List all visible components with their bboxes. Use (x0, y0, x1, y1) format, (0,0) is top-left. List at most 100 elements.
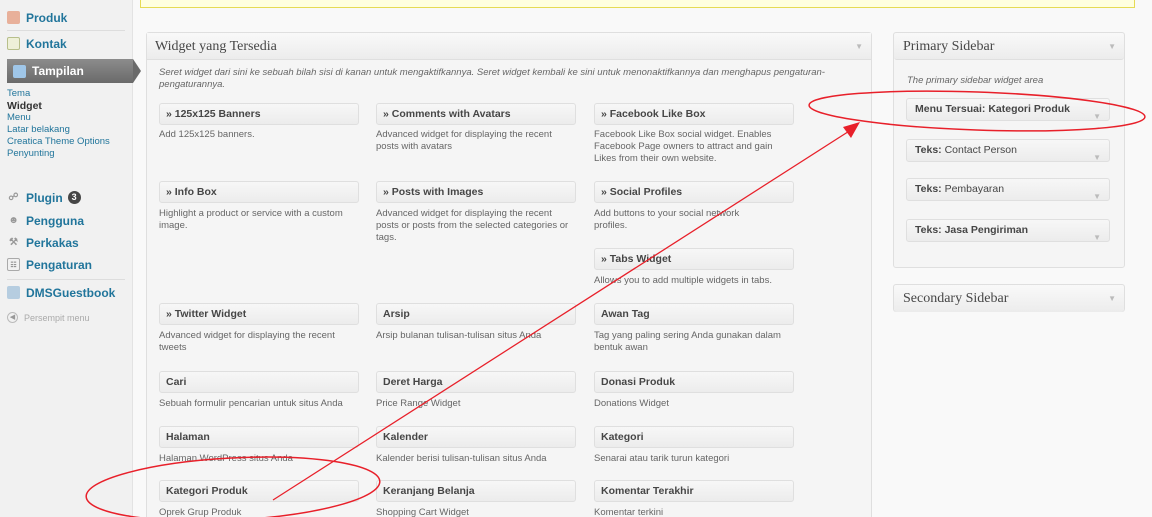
primary-sidebar-panel: Primary Sidebar ▼ The primary sidebar wi… (893, 32, 1125, 268)
widget-facebook-like-box[interactable]: » Facebook Like Box (594, 103, 794, 125)
menu-tampilan[interactable]: Tampilan (7, 59, 141, 83)
menu-pengguna[interactable]: ☻ Pengguna (7, 210, 125, 231)
widget-name-label: Jasa Pengiriman (944, 224, 1029, 236)
menu-kontak-label: Kontak (26, 36, 67, 51)
tampilan-submenu: Tema Widget Menu Latar belakang Creatica… (7, 88, 127, 160)
widget-twitter-widget[interactable]: » Twitter Widget (159, 303, 359, 325)
secondary-sidebar-panel: Secondary Sidebar ▼ (893, 284, 1125, 312)
widget-kategori-produk[interactable]: Kategori Produk (159, 480, 359, 502)
menu-dmsguestbook[interactable]: DMSGuestbook (7, 282, 125, 303)
menu-plugin[interactable]: ☍ Plugin 3 (7, 187, 125, 208)
widget-kategori[interactable]: Kategori (594, 426, 794, 448)
widget-description: Kalender berisi tulisan-tulisan situs An… (376, 453, 547, 464)
menu-produk[interactable]: Produk (7, 7, 125, 28)
widget-description: Arsip bulanan tulisan-tulisan situs Anda (376, 330, 542, 341)
widget-awan-tag[interactable]: Awan Tag (594, 303, 794, 325)
widget-description: Advanced widget for displaying the recen… (159, 330, 335, 353)
available-widgets-panel: Widget yang Tersedia ▼ Seret widget dari… (146, 32, 872, 517)
widget-description: Add buttons to your social network profi… (594, 208, 740, 231)
widget-type-label: Menu Tersuai: (915, 103, 986, 115)
divider (7, 30, 125, 31)
primary-sidebar-description: The primary sidebar widget area (907, 75, 1044, 86)
widget-name-label: Kategori Produk (988, 103, 1071, 115)
menu-plugin-label: Plugin (26, 190, 63, 205)
menu-dmsguestbook-label: DMSGuestbook (26, 285, 116, 300)
submenu-creatica-theme-options[interactable]: Creatica Theme Options (7, 136, 127, 148)
widget-comments-with-avatars[interactable]: » Comments with Avatars (376, 103, 576, 125)
widget-donasi-produk[interactable]: Donasi Produk (594, 371, 794, 393)
plug-icon: ☍ (8, 192, 19, 203)
widget-name-label: Pembayaran (944, 183, 1005, 195)
widget-social-profiles[interactable]: » Social Profiles (594, 181, 794, 203)
available-widgets-title[interactable]: Widget yang Tersedia (147, 33, 871, 60)
widget-description: Oprek Grup Produk (159, 507, 242, 517)
menu-pengaturan[interactable]: ☷ Pengaturan (7, 254, 125, 275)
widget-description: Halaman WordPress situs Anda (159, 453, 293, 464)
submenu-menu[interactable]: Menu (7, 112, 127, 124)
settings-icon: ☷ (7, 258, 20, 271)
triangle-down-icon[interactable]: ▼ (1093, 147, 1101, 168)
widget-description: Add 125x125 banners. (159, 129, 255, 140)
users-icon: ☻ (8, 215, 19, 226)
collapse-menu-label: Persempit menu (24, 312, 90, 323)
widget-type-label: Teks: (915, 224, 942, 236)
appearance-icon (13, 64, 26, 78)
submenu-tema[interactable]: Tema (7, 88, 127, 100)
kontak-icon (7, 37, 20, 50)
widget-type-label: Teks: (915, 144, 942, 156)
widget-posts-with-images[interactable]: » Posts with Images (376, 181, 576, 203)
menu-tampilan-label: Tampilan (32, 64, 84, 78)
collapse-menu[interactable]: ◀ Persempit menu (7, 312, 90, 323)
submenu-widget[interactable]: Widget (7, 100, 127, 112)
triangle-down-icon[interactable]: ▼ (1108, 294, 1116, 303)
produk-icon (7, 11, 20, 24)
guestbook-icon (7, 286, 20, 299)
admin-menu: Produk Kontak Tampilan Tema Widget Menu … (0, 0, 141, 517)
divider (7, 279, 125, 280)
widget-description: Sebuah formulir pencarian untuk situs An… (159, 398, 343, 409)
sidebar-widget-kategori-produk[interactable]: Menu Tersuai: Kategori Produk ▼ (906, 98, 1110, 121)
sidebar-widget-pembayaran[interactable]: Teks: Pembayaran ▼ (906, 178, 1110, 201)
widget-description: Facebook Like Box social widget. Enables… (594, 129, 773, 164)
submenu-latar-belakang[interactable]: Latar belakang (7, 124, 127, 136)
widget-description: Advanced widget for displaying the recen… (376, 208, 569, 243)
widget-type-label: Teks: (915, 183, 942, 195)
triangle-down-icon[interactable]: ▼ (1093, 227, 1101, 248)
widget-arsip[interactable]: Arsip (376, 303, 576, 325)
triangle-down-icon[interactable]: ▼ (855, 42, 863, 51)
widget-description: Donations Widget (594, 398, 669, 409)
widget-125x125-banners[interactable]: » 125x125 Banners (159, 103, 359, 125)
widget-description: Allows you to add multiple widgets in ta… (594, 275, 772, 286)
widget-halaman[interactable]: Halaman (159, 426, 359, 448)
widget-keranjang-belanja[interactable]: Keranjang Belanja (376, 480, 576, 502)
primary-sidebar-title[interactable]: Primary Sidebar (894, 33, 1124, 60)
update-count-badge: 3 (67, 191, 81, 204)
triangle-down-icon[interactable]: ▼ (1108, 42, 1116, 51)
sidebar-widget-jasa-pengiriman[interactable]: Teks: Jasa Pengiriman ▼ (906, 219, 1110, 242)
widget-deret-harga[interactable]: Deret Harga (376, 371, 576, 393)
menu-perkakas[interactable]: ⚒ Perkakas (7, 232, 125, 253)
available-widgets-description: Seret widget dari sini ke sebuah bilah s… (159, 67, 825, 90)
triangle-down-icon[interactable]: ▼ (1093, 106, 1101, 127)
submenu-penyunting[interactable]: Penyunting (7, 148, 127, 160)
widget-description: Price Range Widget (376, 398, 461, 409)
widget-description: Shopping Cart Widget (376, 507, 469, 517)
menu-perkakas-label: Perkakas (26, 235, 79, 250)
menu-pengaturan-label: Pengaturan (26, 257, 93, 272)
widget-info-box[interactable]: » Info Box (159, 181, 359, 203)
widget-description: Tag yang paling sering Anda gunakan dala… (594, 330, 781, 353)
widget-kalender[interactable]: Kalender (376, 426, 576, 448)
menu-kontak[interactable]: Kontak (7, 33, 125, 54)
tools-icon: ⚒ (9, 237, 18, 248)
widget-description: Highlight a product or service with a cu… (159, 208, 343, 231)
widget-tabs-widget[interactable]: » Tabs Widget (594, 248, 794, 270)
secondary-sidebar-title[interactable]: Secondary Sidebar (894, 285, 1124, 312)
menu-pengguna-label: Pengguna (26, 213, 85, 228)
widget-cari[interactable]: Cari (159, 371, 359, 393)
sidebar-widget-contact-person[interactable]: Teks: Contact Person ▼ (906, 139, 1110, 162)
widget-description: Komentar terkini (594, 507, 664, 517)
widget-description: Senarai atau tarik turun kategori (594, 453, 730, 464)
triangle-down-icon[interactable]: ▼ (1093, 186, 1101, 207)
menu-produk-label: Produk (26, 10, 68, 25)
widget-komentar-terakhir[interactable]: Komentar Terakhir (594, 480, 794, 502)
